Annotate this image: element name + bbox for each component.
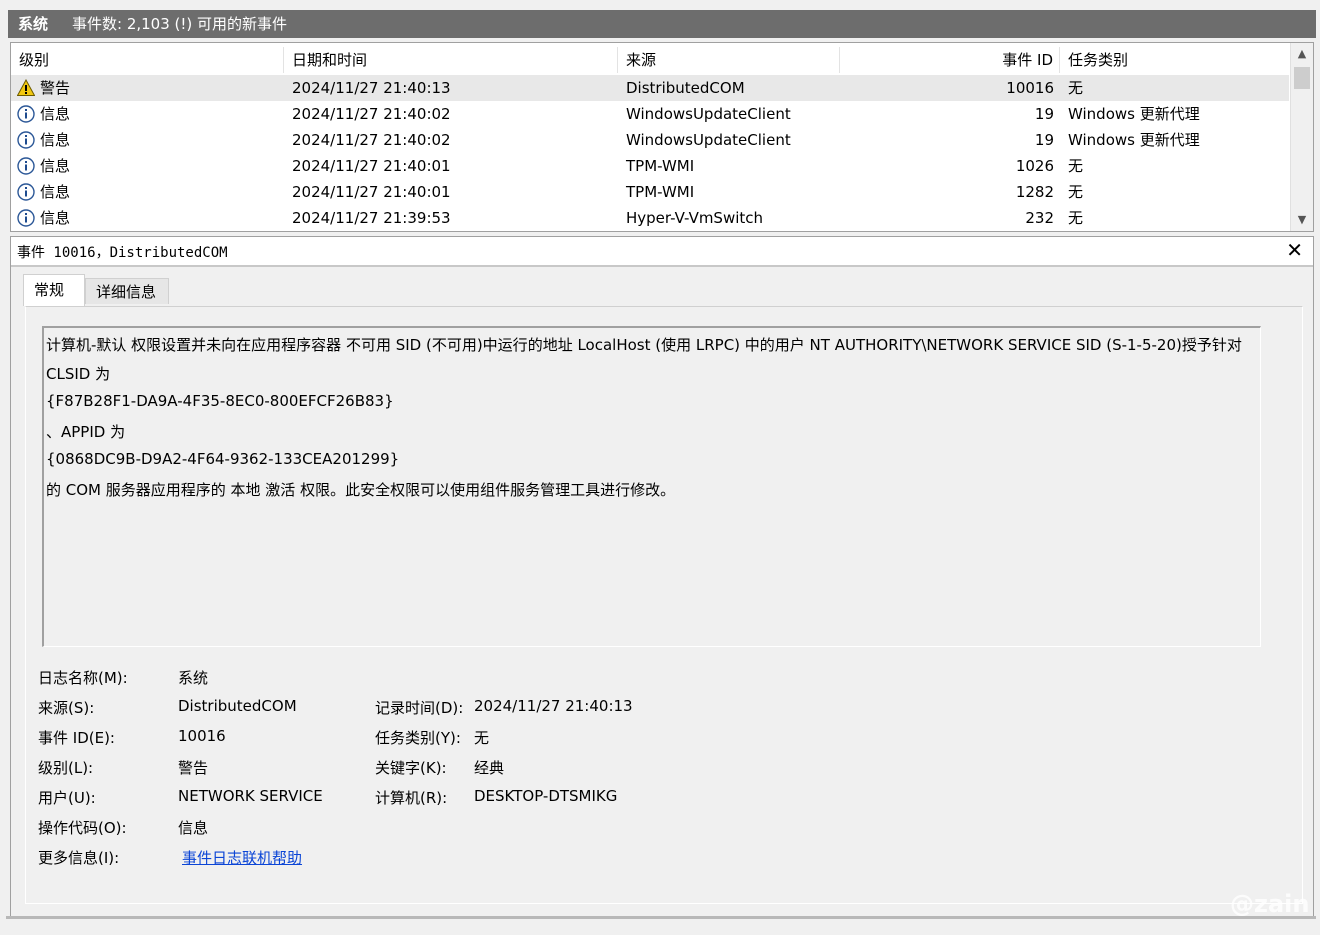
keywords-value[interactable]: 经典 xyxy=(474,757,504,778)
event-row[interactable]: 警告 2024/11/27 21:40:13 DistributedCOM 10016… xyxy=(11,75,1289,101)
opcode-label: 操作代码(O): xyxy=(38,819,127,837)
detail-title: 事件 10016，DistributedCOM xyxy=(17,245,228,261)
list-scrollbar[interactable]: ▲ ▼ xyxy=(1290,43,1313,231)
event-task: Windows 更新代理 xyxy=(1068,105,1200,123)
column-header-level[interactable]: 级别 xyxy=(11,47,284,73)
event-level: 警告 xyxy=(40,79,71,97)
more-info-label: 更多信息(I): xyxy=(38,849,120,867)
event-level: 信息 xyxy=(40,183,71,201)
level-value[interactable]: 警告 xyxy=(178,757,208,778)
level-label: 级别(L): xyxy=(38,759,94,777)
scroll-thumb[interactable] xyxy=(1294,67,1310,89)
event-list[interactable]: 级别 日期和时间 来源 事件 ID 任务类别 警告 2024/11/27 21:4… xyxy=(10,42,1314,232)
event-source: WindowsUpdateClient xyxy=(626,131,791,149)
event-id: 1026 xyxy=(1015,157,1054,175)
event-task: 无 xyxy=(1068,183,1084,201)
log-name-label: 日志名称(M): xyxy=(38,669,128,687)
event-id: 19 xyxy=(1034,131,1054,149)
log-title-bar: 系统 事件数: 2,103 (!) 可用的新事件 xyxy=(8,10,1316,38)
column-header-datetime[interactable]: 日期和时间 xyxy=(284,47,618,73)
event-viewer-window: 系统 事件数: 2,103 (!) 可用的新事件 级别 日期和时间 来源 事件 … xyxy=(0,0,1320,935)
general-tab-panel: 计算机-默认 权限设置并未向在应用程序容器 不可用 SID (不可用)中运行的地… xyxy=(25,306,1303,904)
close-icon[interactable]: ✕ xyxy=(1286,238,1303,262)
column-header-row: 级别 日期和时间 来源 事件 ID 任务类别 xyxy=(11,47,1289,73)
opcode-value[interactable]: 信息 xyxy=(178,817,208,838)
message-line: {F87B28F1-DA9A-4F35-8EC0-800EFCF26B83} xyxy=(46,392,394,410)
keywords-label: 关键字(K): xyxy=(375,759,447,777)
column-header-event-id[interactable]: 事件 ID xyxy=(840,47,1060,73)
event-task: Windows 更新代理 xyxy=(1068,131,1200,149)
detail-header: 事件 10016，DistributedCOM ✕ xyxy=(11,237,1313,267)
scroll-down-icon[interactable]: ▼ xyxy=(1291,211,1313,229)
warning-icon xyxy=(16,78,36,97)
message-line: 的 COM 服务器应用程序的 本地 激活 权限。此安全权限可以使用组件服务管理工… xyxy=(46,481,676,499)
logged-value[interactable]: 2024/11/27 21:40:13 xyxy=(474,697,633,715)
message-line: 计算机-默认 权限设置并未向在应用程序容器 不可用 SID (不可用)中运行的地… xyxy=(46,336,1242,354)
event-id-label: 事件 ID(E): xyxy=(38,729,115,747)
event-row[interactable]: 信息 2024/11/27 21:40:02 WindowsUpdateClient… xyxy=(11,101,1289,127)
event-datetime: 2024/11/27 21:40:13 xyxy=(292,79,451,97)
event-rows: 警告 2024/11/27 21:40:13 DistributedCOM 10016… xyxy=(11,75,1289,231)
log-name: 系统 xyxy=(18,15,49,33)
event-id: 232 xyxy=(1025,209,1054,227)
computer-label: 计算机(R): xyxy=(375,789,448,807)
logged-label: 记录时间(D): xyxy=(375,699,464,717)
event-task: 无 xyxy=(1068,79,1084,97)
event-row[interactable]: 信息 2024/11/27 21:40:01 TPM-WMI 1282 无 xyxy=(11,179,1289,205)
event-datetime: 2024/11/27 21:40:01 xyxy=(292,157,451,175)
tab-details[interactable]: 详细信息 xyxy=(85,278,169,304)
task-category-value[interactable]: 无 xyxy=(474,727,489,748)
info-icon xyxy=(17,131,35,149)
event-id: 19 xyxy=(1034,105,1054,123)
event-source: TPM-WMI xyxy=(626,157,695,175)
info-icon xyxy=(17,157,35,175)
task-category-label: 任务类别(Y): xyxy=(375,729,461,747)
event-source: WindowsUpdateClient xyxy=(626,105,791,123)
event-message-box[interactable]: 计算机-默认 权限设置并未向在应用程序容器 不可用 SID (不可用)中运行的地… xyxy=(42,326,1261,647)
event-level: 信息 xyxy=(40,131,71,149)
event-row[interactable]: 信息 2024/11/27 21:40:02 WindowsUpdateClient… xyxy=(11,127,1289,153)
scroll-up-icon[interactable]: ▲ xyxy=(1291,45,1313,63)
event-level: 信息 xyxy=(40,209,71,227)
user-label: 用户(U): xyxy=(38,789,96,807)
source-value[interactable]: DistributedCOM xyxy=(178,697,297,715)
event-level: 信息 xyxy=(40,105,71,123)
event-count: 事件数: 2,103 (!) 可用的新事件 xyxy=(72,15,288,33)
source-label: 来源(S): xyxy=(38,699,95,717)
computer-value[interactable]: DESKTOP-DTSMIKG xyxy=(474,787,617,805)
event-id: 10016 xyxy=(1006,79,1054,97)
info-icon xyxy=(17,183,35,201)
event-datetime: 2024/11/27 21:40:01 xyxy=(292,183,451,201)
event-id-value[interactable]: 10016 xyxy=(178,727,226,745)
event-row[interactable]: 信息 2024/11/27 21:39:53 Hyper-V-VmSwitch 232… xyxy=(11,205,1289,231)
event-task: 无 xyxy=(1068,209,1084,227)
event-datetime: 2024/11/27 21:40:02 xyxy=(292,105,451,123)
info-icon xyxy=(17,105,35,123)
event-datetime: 2024/11/27 21:39:53 xyxy=(292,209,451,227)
event-datetime: 2024/11/27 21:40:02 xyxy=(292,131,451,149)
log-name-value[interactable]: 系统 xyxy=(178,667,208,688)
event-detail-pane: 事件 10016，DistributedCOM ✕ 常规 详细信息 计算机-默认… xyxy=(10,236,1314,917)
event-level: 信息 xyxy=(40,157,71,175)
info-icon xyxy=(17,209,35,227)
online-help-link[interactable]: 事件日志联机帮助 xyxy=(182,847,302,868)
event-source: TPM-WMI xyxy=(626,183,695,201)
column-header-task[interactable]: 任务类别 xyxy=(1060,47,1289,73)
message-line: {0868DC9B-D9A2-4F64-9362-133CEA201299} xyxy=(46,450,400,468)
event-row[interactable]: 信息 2024/11/27 21:40:01 TPM-WMI 1026 无 xyxy=(11,153,1289,179)
event-source: Hyper-V-VmSwitch xyxy=(626,209,764,227)
bottom-border xyxy=(6,916,1316,919)
column-header-source[interactable]: 来源 xyxy=(618,47,840,73)
message-line: 、APPID 为 xyxy=(46,423,126,441)
user-value[interactable]: NETWORK SERVICE xyxy=(178,787,323,805)
event-id: 1282 xyxy=(1015,183,1054,201)
event-task: 无 xyxy=(1068,157,1084,175)
event-source: DistributedCOM xyxy=(626,79,745,97)
message-line: CLSID 为 xyxy=(46,365,111,383)
tab-general[interactable]: 常规 xyxy=(23,274,85,306)
watermark: @zain xyxy=(1230,890,1310,918)
